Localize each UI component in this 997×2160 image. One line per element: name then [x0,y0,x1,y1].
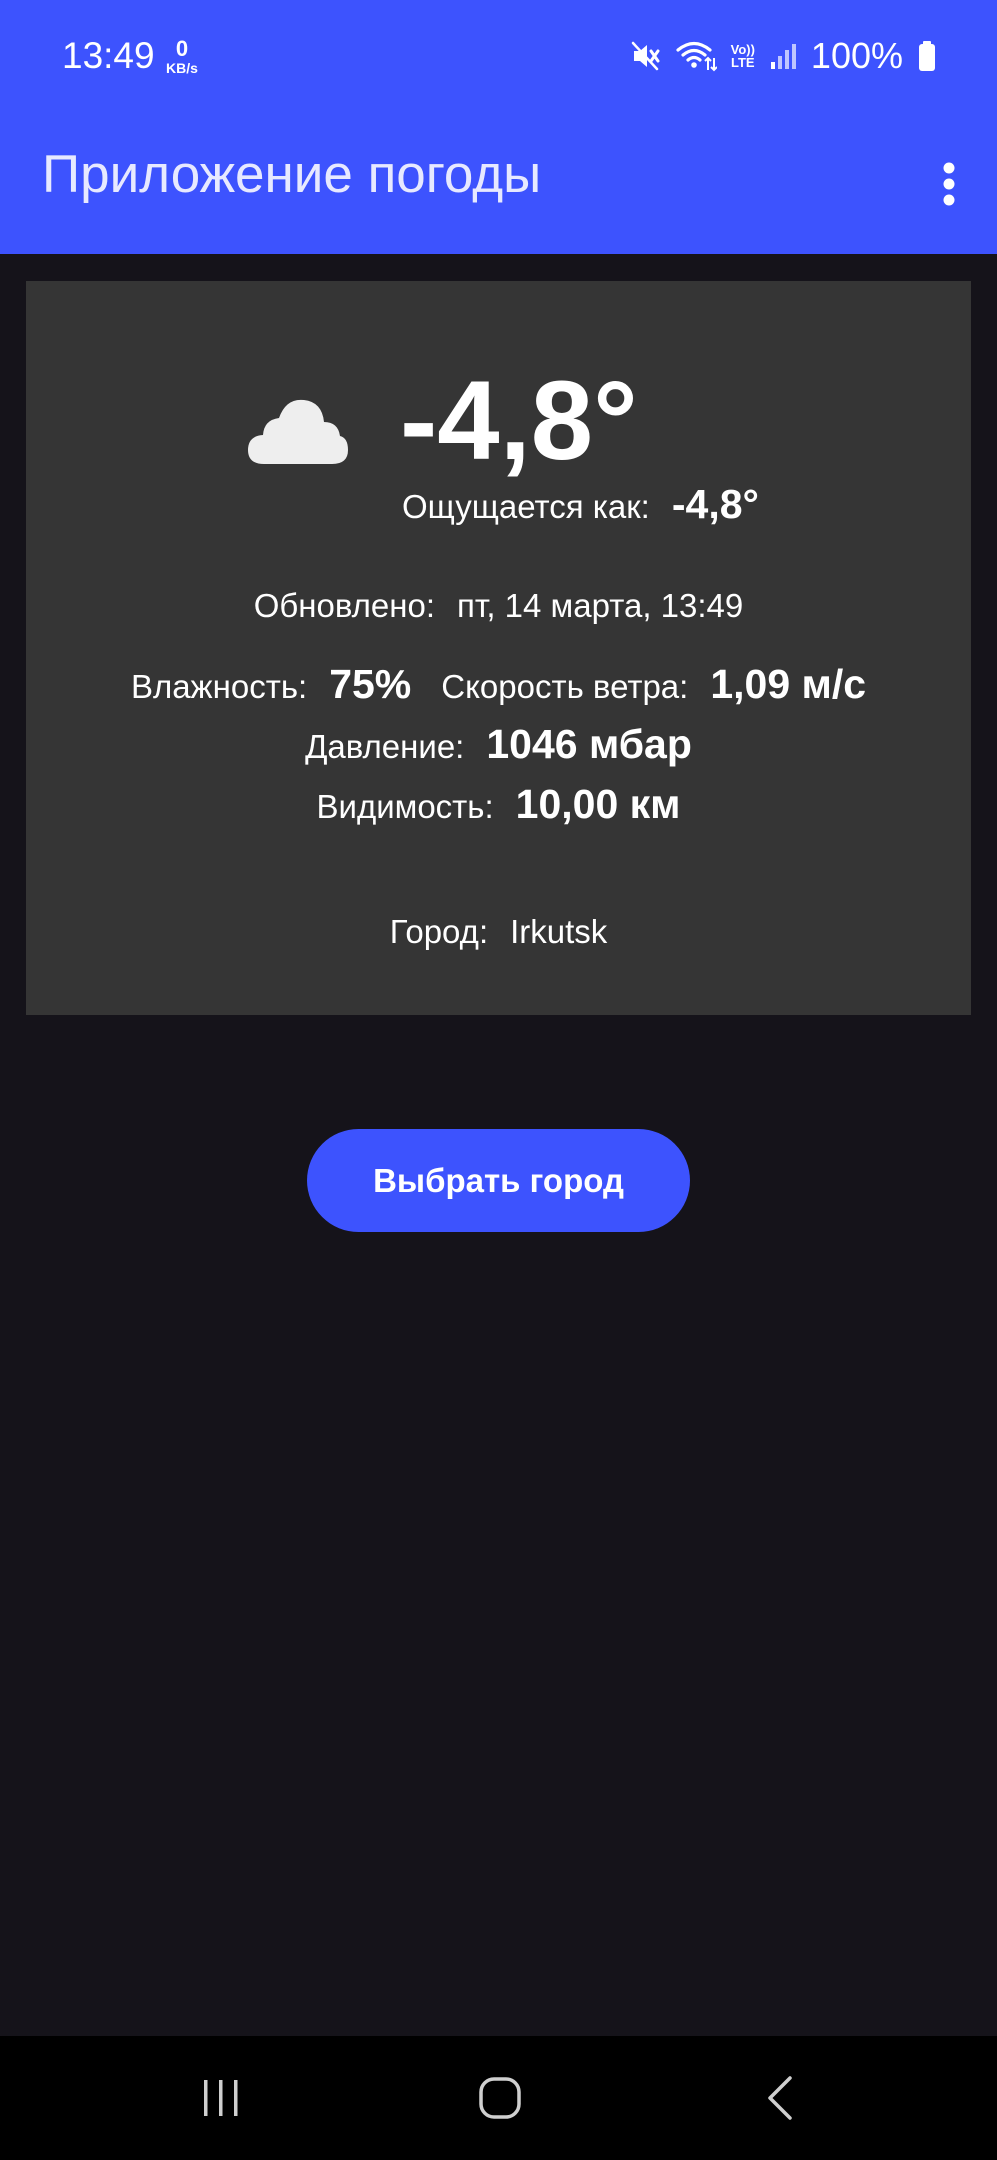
visibility-row: Видимость: 10,00 км [26,781,971,828]
recents-button[interactable] [171,2058,271,2138]
humidity-label: Влажность: [130,668,308,705]
city-row: Город: Irkutsk [26,913,971,951]
recents-icon [204,2080,238,2116]
updated-label: Обновлено: [253,587,436,624]
signal-icon [769,42,797,70]
city-label: Город: [389,913,489,950]
wifi-icon [675,40,717,72]
updated-value: пт, 14 марта, 13:49 [457,587,744,624]
app-title: Приложение погоды [42,145,542,204]
more-vert-icon [943,162,955,206]
pressure-value: 1046 мбар [486,721,692,767]
wind-speed-value: 1,09 м/с [710,661,867,707]
cloud-icon [248,399,348,464]
home-button[interactable] [450,2058,550,2138]
net-speed-unit: KB/s [166,60,198,76]
battery-icon [917,40,937,72]
volte-label-bottom: LTE [730,55,755,70]
net-speed-value: 0 [175,36,189,61]
navigation-bar [0,2036,997,2160]
city-value: Irkutsk [510,913,608,950]
select-city-button[interactable]: Выбрать город [307,1129,690,1232]
volte-icon: Vo)) LTE [731,43,755,69]
wind-speed-label: Скорость ветра: [441,668,689,705]
humidity-value: 75% [329,661,412,707]
pressure-row: Давление: 1046 мбар [26,721,971,768]
feels-like: Ощущается как: -4,8° [402,481,759,541]
home-icon [479,2077,521,2119]
feels-like-label: Ощущается как: [402,488,650,525]
updated-row: Обновлено: пт, 14 марта, 13:49 [26,587,971,625]
net-speed: 0 KB/s [162,36,202,76]
feels-like-value: -4,8° [671,481,759,527]
visibility-value: 10,00 км [515,781,681,827]
visibility-label: Видимость: [316,788,494,825]
more-options-button[interactable] [919,144,979,224]
temperature-value: -4,8° [400,358,638,483]
battery-percent: 100% [810,35,903,76]
weather-card: -4,8° Ощущается как: -4,8° Обновлено: пт… [26,281,971,1015]
mute-icon [631,40,661,72]
pressure-label: Давление: [305,728,465,765]
back-icon [768,2076,792,2120]
humidity-wind-row: Влажность: 75% Скорость ветра: 1,09 м/с [26,661,971,708]
app-bar: Приложение погоды [0,112,997,254]
back-button[interactable] [730,2058,830,2138]
status-time: 13:49 [62,35,155,76]
status-icons: Vo)) LTE 100% [631,34,937,78]
status-bar: 13:49 0 KB/s Vo)) LTE 100% [0,0,997,112]
